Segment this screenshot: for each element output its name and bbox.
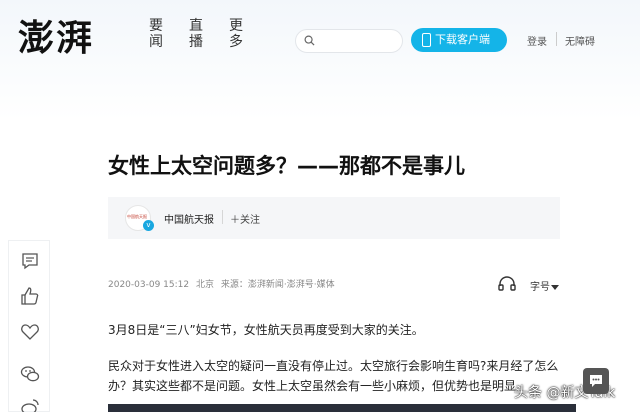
login-link[interactable]: 登录 — [527, 33, 547, 48]
article-paragraph: 民众对于女性进入太空的疑问一直没有停止过。太空旅行会影响生育吗?来月经了怎么办？… — [108, 359, 559, 393]
heart-icon[interactable] — [20, 322, 40, 342]
search-icon[interactable] — [304, 35, 315, 46]
article-meta: 2020-03-09 15:12 北京 来源：澎湃新闻·澎湃号·媒体 — [108, 277, 339, 290]
chat-button[interactable] — [583, 368, 609, 394]
nav-item-live[interactable]: 直播 — [188, 18, 204, 50]
thumbs-up-icon[interactable] — [20, 286, 40, 306]
site-header: 澎湃 要闻 直播 更多 下载客户端 登录 无障碍 — [0, 0, 640, 120]
wechat-icon[interactable] — [20, 364, 40, 384]
nav-item-news[interactable]: 要闻 — [148, 18, 164, 50]
comment-icon[interactable] — [20, 251, 40, 271]
article-title: 女性上太空问题多？——那都不是事儿 — [108, 154, 465, 178]
follow-label: 关注 — [240, 215, 260, 226]
author-bar: 中国航天报 中国航天报 ＋关注 — [108, 197, 560, 239]
share-sidebar — [8, 240, 50, 412]
search-input[interactable] — [320, 32, 396, 50]
phone-icon — [422, 33, 431, 47]
article-image — [108, 404, 576, 412]
avatar-text: 中国航天报 — [127, 214, 147, 219]
verified-badge-icon: v — [143, 220, 154, 231]
publish-datetime: 2020-03-09 15:12 — [108, 280, 190, 290]
accessibility-link[interactable]: 无障碍 — [565, 33, 595, 48]
font-size-control[interactable]: 字号 — [530, 278, 559, 293]
article-paragraph: 3月8日是“三八”妇女节，女性航天员再度受到大家的关注。 — [108, 323, 424, 337]
author-name[interactable]: 中国航天报 — [164, 211, 214, 226]
font-size-label: 字号 — [530, 282, 550, 293]
site-logo[interactable]: 澎湃 — [18, 14, 94, 62]
article-source: 来源：澎湃新闻·澎湃号·媒体 — [220, 280, 335, 290]
follow-button[interactable]: ＋关注 — [230, 211, 260, 226]
chat-bubble-icon — [590, 375, 602, 387]
author-bar-divider — [222, 210, 223, 224]
plus-icon: ＋ — [230, 215, 240, 226]
search-box — [295, 29, 403, 53]
weibo-icon[interactable] — [20, 397, 40, 412]
download-app-label: 下载客户端 — [435, 33, 490, 46]
nav-item-more[interactable]: 更多 — [228, 18, 244, 50]
caret-down-icon — [551, 284, 559, 290]
header-divider — [556, 32, 557, 46]
headphone-icon[interactable] — [498, 275, 516, 291]
publish-location: 北京 — [195, 280, 214, 290]
download-app-button[interactable]: 下载客户端 — [411, 28, 507, 52]
